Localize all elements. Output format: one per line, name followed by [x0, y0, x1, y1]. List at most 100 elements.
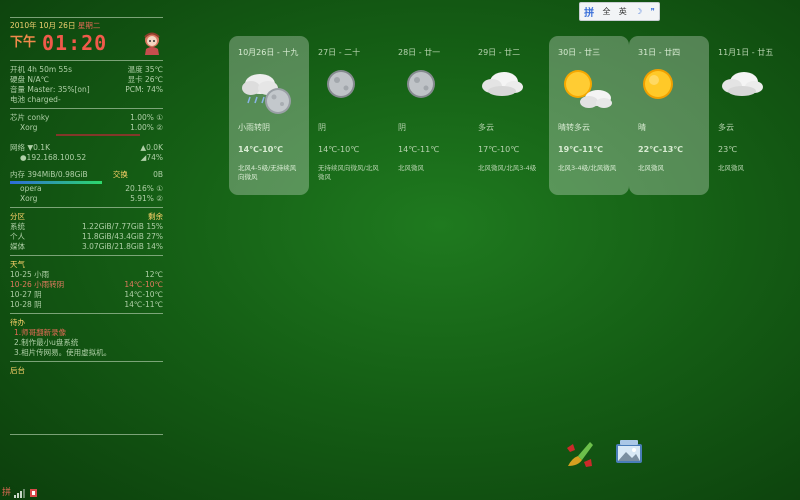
conky-panel: 2010年 10月 26日 星期二 下午 01:20 开机 4h 50m 55s… — [10, 17, 163, 435]
forecast-wind: 无持续风向微风/北风微风 — [318, 164, 379, 181]
weather-day: 10-27 阴 — [10, 290, 42, 299]
net-row: ●192.168.100.52 ◢74% — [10, 153, 163, 163]
signal-strength-icon[interactable] — [14, 488, 26, 498]
clock: 下午 01:20 — [10, 30, 163, 56]
forecast-day[interactable]: 29日 - 廿二 多云 17℃-10℃ 北风微风/北风3-4级 — [469, 36, 549, 195]
overcast-icon — [398, 64, 460, 122]
forecast-date: 10月26日 - 十九 — [238, 48, 299, 57]
avatar-icon — [144, 32, 160, 55]
forecast-date: 31日 - 廿四 — [638, 48, 681, 57]
cpu-row: Xorg 1.00% ② — [10, 123, 163, 133]
mem-proc-value: 20.16% ① — [125, 184, 163, 193]
forecast-day[interactable]: 31日 - 廿四 晴 22℃-13℃ 北风微风 — [629, 36, 709, 195]
ampm-text: 下午 — [10, 35, 37, 50]
partition-row: 媒体 3.07GiB/21.8GiB 14% — [10, 242, 163, 252]
partition-value: 3.07GiB/21.8GiB 14% — [81, 242, 163, 251]
todo-item: 1.师哥翻新录像 — [14, 328, 67, 337]
sys-value: 温度 35℃ — [127, 65, 163, 74]
cpu-graph — [55, 134, 141, 136]
forecast-wind: 北风3-4级/北风微风 — [558, 164, 617, 172]
partition-value: 11.8GiB/43.4GiB 27% — [81, 232, 163, 241]
input-method-bar[interactable]: 拼 全 英 ☽ ❞ — [579, 2, 660, 21]
partition-value: 1.22GiB/7.77GiB 15% — [81, 222, 163, 231]
forecast-wind: 北风微风/北风3-4级 — [478, 164, 537, 172]
sys-label: 电池 charged- — [10, 95, 61, 104]
partition-col: 剩余 — [148, 212, 163, 221]
net-up: ▲0.0K — [140, 143, 163, 152]
forecast-condition: 多云 — [718, 123, 734, 132]
weather-day: 10-26 小雨转阴 — [10, 280, 65, 289]
image-viewer-icon[interactable] — [614, 438, 644, 470]
mem-proc-row: opera 20.16% ① — [10, 184, 163, 194]
divider — [10, 108, 163, 109]
partition-row: 系统 1.22GiB/7.77GiB 15% — [10, 222, 163, 232]
partition-row: 个人 11.8GiB/43.4GiB 27% — [10, 232, 163, 242]
punctuation-icon[interactable]: ❞ — [651, 7, 655, 16]
weather-row: 10-28 阴 14℃-11℃ — [10, 300, 163, 310]
forecast-wind: 北风微风 — [398, 164, 424, 172]
mem-proc-value: 5.91% ② — [130, 194, 163, 203]
forecast-temp: 22℃-13℃ — [638, 145, 683, 154]
forecast-condition: 小雨转阴 — [238, 123, 270, 132]
sys-label: 音量 Master: 35%[on] — [10, 85, 90, 94]
weekday-text: 星期二 — [77, 21, 101, 30]
sys-row: 开机 4h 50m 55s 温度 35℃ — [10, 65, 163, 75]
divider — [10, 361, 163, 362]
net-row: 网络 ▼0.1K ▲0.0K — [10, 143, 163, 153]
todo-item: 3.相片传网易。使用虚拟机。 — [14, 348, 112, 357]
forecast-date: 30日 - 廿三 — [558, 48, 601, 57]
ime-tray-icon[interactable]: 拼 — [2, 485, 11, 498]
cpu-value: 1.00% ① — [130, 113, 163, 122]
system-block: 开机 4h 50m 55s 温度 35℃ 硬盘 N/A℃ 显卡 26℃ 音量 Mas… — [10, 61, 163, 108]
weather-day: 10-28 阴 — [10, 300, 42, 309]
system-tray: 拼 — [2, 486, 38, 498]
cpu-proc-label: Xorg — [20, 123, 38, 132]
forecast-date: 28日 - 廿一 — [398, 48, 441, 57]
forecast-condition: 阴 — [398, 123, 406, 132]
sys-label: 硬盘 N/A℃ — [10, 75, 50, 84]
mem-row: 内存 394MiB/0.98GiB 交换 0B — [10, 170, 163, 180]
forecast-wind: 北风4-5级/无持续风向微风 — [238, 164, 297, 181]
forecast-temp: 17℃-10℃ — [478, 145, 520, 154]
weather-row: 10-27 阴 14℃-10℃ — [10, 290, 163, 300]
partition-name: 媒体 — [10, 242, 25, 251]
forecast-temp: 14℃-10℃ — [238, 145, 283, 154]
net-block: 网络 ▼0.1K ▲0.0K ●192.168.100.52 ◢74% — [10, 139, 163, 166]
forecast-day[interactable]: 10月26日 - 十九 小雨转阴 14℃-10℃ 北风4-5级/无持续风向微风 — [229, 36, 309, 195]
forecast-day[interactable]: 11月1日 - 廿五 多云 23℃ 北风微风 — [709, 36, 789, 195]
forecast-day[interactable]: 30日 - 廿三 晴转多云 19℃-11℃ 北风3-4级/北风微风 — [549, 36, 629, 195]
ime-logo-icon[interactable]: 拼 — [584, 4, 594, 19]
battery-icon[interactable] — [29, 488, 38, 498]
weather-row: 10-25 小雨 12℃ — [10, 270, 163, 280]
partition-title: 分区 — [10, 212, 25, 221]
language-toggle[interactable]: 英 — [619, 6, 627, 17]
weather-temp: 14℃-11℃ — [124, 300, 163, 309]
weather-temp: 14℃-10℃ — [124, 280, 163, 289]
forecast-date: 27日 - 二十 — [318, 48, 361, 57]
weather-block: 天气 10-25 小雨 12℃ 10-26 小雨转阴 14℃-10℃ 10-27 阴… — [10, 256, 163, 313]
overcast-icon — [318, 64, 380, 122]
divider — [10, 17, 163, 18]
forecast-temp: 14℃-11℃ — [398, 145, 440, 154]
moon-icon[interactable]: ☽ — [635, 7, 642, 16]
sys-row: 硬盘 N/A℃ 显卡 26℃ — [10, 75, 163, 85]
background-area — [10, 376, 163, 431]
weather-temp: 12℃ — [145, 270, 163, 279]
cpu-row: 芯片 conky 1.00% ① — [10, 113, 163, 123]
forecast-day[interactable]: 28日 - 廿一 阴 14℃-11℃ 北风微风 — [389, 36, 469, 195]
fullwidth-toggle[interactable]: 全 — [602, 6, 610, 17]
forecast-date: 29日 - 廿二 — [478, 48, 521, 57]
todo-block: 待办 1.师哥翻新录像 2.制作最小u盘系统 3.相片传网易。使用虚拟机。 — [10, 314, 163, 361]
mem-proc-label: opera — [20, 184, 42, 193]
forecast-day[interactable]: 27日 - 二十 阴 14℃-10℃ 无持续风向微风/北风微风 — [309, 36, 389, 195]
paint-brush-icon[interactable] — [564, 438, 596, 474]
forecast-condition: 晴 — [638, 123, 646, 132]
sys-row: 音量 Master: 35%[on] PCM: 74% — [10, 85, 163, 95]
weather-day: 10-25 小雨 — [10, 270, 50, 279]
divider — [10, 434, 163, 435]
mem-label: 内存 394MiB/0.98GiB — [10, 170, 88, 179]
divider — [10, 255, 163, 256]
forecast-condition: 晴转多云 — [558, 123, 590, 132]
sys-row: 电池 charged- — [10, 95, 163, 105]
cpu-label: 芯片 conky — [10, 113, 50, 122]
